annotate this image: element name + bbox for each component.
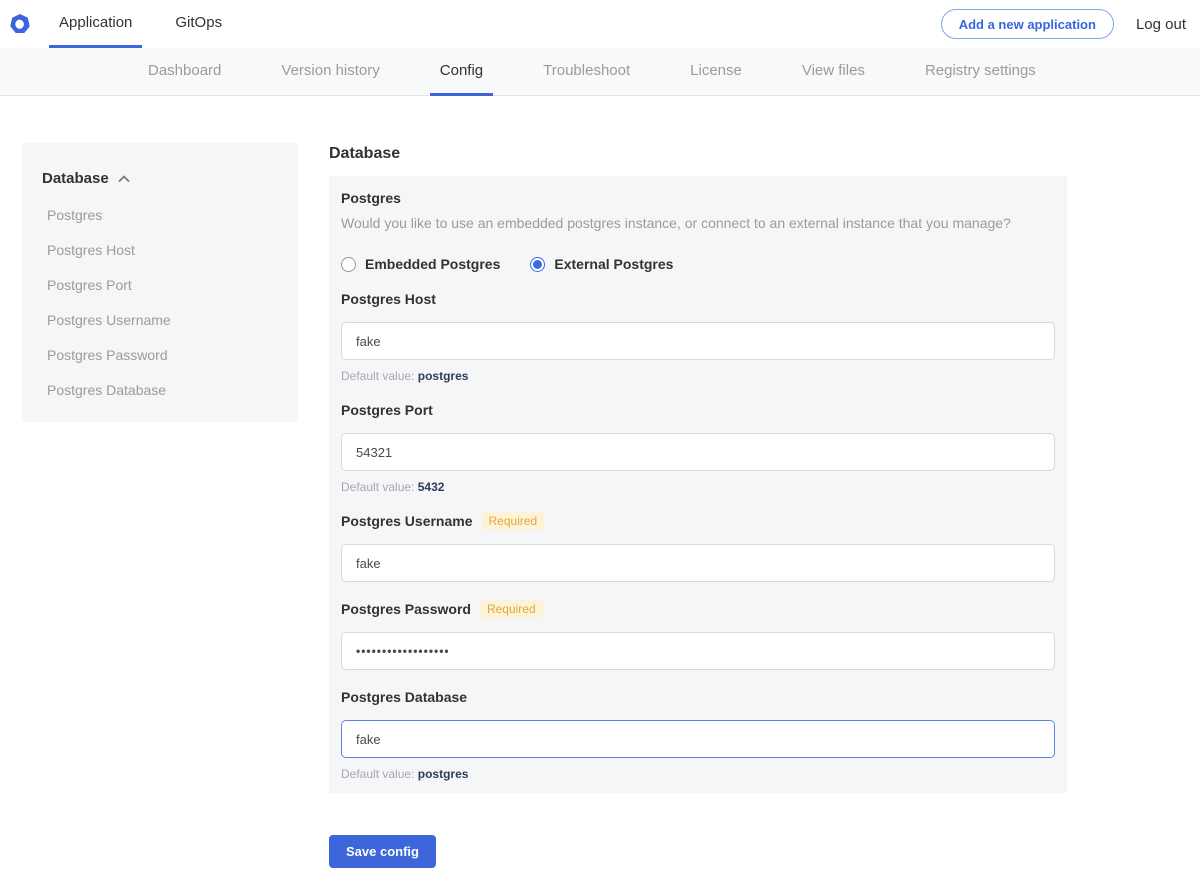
group-name: Postgres: [341, 190, 1055, 207]
config-sidebar: Database Postgres Postgres Host Postgres…: [22, 143, 298, 422]
postgres-username-input[interactable]: [341, 544, 1055, 582]
field-postgres-database-label: Postgres Database: [341, 689, 467, 705]
postgres-type-radio-group: Embedded Postgres External Postgres: [341, 256, 1055, 272]
field-postgres-port-label: Postgres Port: [341, 402, 433, 418]
required-badge: Required: [482, 512, 545, 530]
header-tabs: Application GitOps: [49, 0, 232, 48]
subnav-item-license-label: License: [690, 62, 742, 79]
page-title: Database: [329, 145, 1067, 162]
subnav-item-config-label: Config: [440, 62, 483, 79]
logout-link[interactable]: Log out: [1136, 16, 1186, 33]
radio-embedded-postgres[interactable]: Embedded Postgres: [341, 256, 500, 272]
postgres-password-input[interactable]: [341, 632, 1055, 670]
tab-application-label: Application: [59, 14, 132, 31]
subnav-item-view-files[interactable]: View files: [792, 48, 875, 96]
radio-embedded-postgres-label: Embedded Postgres: [365, 256, 500, 272]
default-label: Default value:: [341, 369, 414, 383]
subnav-item-dashboard[interactable]: Dashboard: [138, 48, 231, 96]
field-postgres-password-label: Postgres Password: [341, 601, 471, 617]
config-group-card: Postgres Would you like to use an embedd…: [329, 176, 1067, 793]
subnav-item-config[interactable]: Config: [430, 48, 493, 96]
subnav-item-troubleshoot[interactable]: Troubleshoot: [533, 48, 640, 96]
postgres-port-input[interactable]: [341, 433, 1055, 471]
sidebar-item-postgres-database[interactable]: Postgres Database: [42, 382, 278, 398]
field-postgres-host-label: Postgres Host: [341, 291, 436, 307]
tab-application[interactable]: Application: [49, 0, 142, 48]
field-postgres-password: Postgres Password Required: [341, 599, 1055, 670]
subnav-item-dashboard-label: Dashboard: [148, 62, 221, 79]
radio-external-postgres-label: External Postgres: [554, 256, 673, 272]
subnav-item-registry-settings-label: Registry settings: [925, 62, 1036, 79]
config-page: Database Postgres Postgres Host Postgres…: [0, 96, 1200, 874]
top-navbar: Application GitOps Add a new application…: [0, 0, 1200, 48]
postgres-host-default: Default value: postgres: [341, 369, 1055, 383]
sidebar-group-database[interactable]: Database: [42, 170, 278, 187]
sidebar-group-database-label: Database: [42, 170, 109, 187]
field-postgres-database: Postgres Database Default value: postgre…: [341, 687, 1055, 781]
radio-embedded-postgres-circle[interactable]: [341, 257, 356, 272]
sidebar-item-postgres-username[interactable]: Postgres Username: [42, 312, 278, 328]
default-label: Default value:: [341, 480, 414, 494]
field-postgres-username-label: Postgres Username: [341, 513, 473, 529]
app-subnav: Dashboard Version history Config Trouble…: [0, 48, 1200, 96]
subnav-item-license[interactable]: License: [680, 48, 752, 96]
subnav-item-registry-settings[interactable]: Registry settings: [915, 48, 1046, 96]
subnav-item-version-history-label: Version history: [281, 62, 379, 79]
subnav-item-troubleshoot-label: Troubleshoot: [543, 62, 630, 79]
tab-gitops-label: GitOps: [175, 14, 222, 31]
subnav-item-version-history[interactable]: Version history: [271, 48, 389, 96]
sidebar-item-postgres-host[interactable]: Postgres Host: [42, 242, 278, 258]
add-application-button[interactable]: Add a new application: [941, 9, 1114, 39]
field-postgres-port: Postgres Port Default value: 5432: [341, 400, 1055, 494]
field-postgres-username: Postgres Username Required: [341, 511, 1055, 582]
sidebar-item-list: Postgres Postgres Host Postgres Port Pos…: [42, 207, 278, 398]
default-value: postgres: [418, 767, 469, 781]
chevron-up-icon: [118, 175, 130, 183]
postgres-port-default: Default value: 5432: [341, 480, 1055, 494]
radio-external-postgres-circle[interactable]: [530, 257, 545, 272]
default-value: postgres: [418, 369, 469, 383]
sidebar-item-postgres-port[interactable]: Postgres Port: [42, 277, 278, 293]
required-badge: Required: [480, 600, 543, 618]
postgres-database-default: Default value: postgres: [341, 767, 1055, 781]
save-config-button[interactable]: Save config: [329, 835, 436, 868]
subnav-item-view-files-label: View files: [802, 62, 865, 79]
app-logo-icon[interactable]: [10, 14, 30, 34]
postgres-host-input[interactable]: [341, 322, 1055, 360]
default-label: Default value:: [341, 767, 414, 781]
sidebar-item-postgres[interactable]: Postgres: [42, 207, 278, 223]
radio-external-postgres[interactable]: External Postgres: [530, 256, 673, 272]
sidebar-item-postgres-password[interactable]: Postgres Password: [42, 347, 278, 363]
group-help-text: Would you like to use an embedded postgr…: [341, 215, 1055, 231]
default-value: 5432: [418, 480, 445, 494]
field-postgres-host: Postgres Host Default value: postgres: [341, 289, 1055, 383]
tab-gitops[interactable]: GitOps: [165, 0, 232, 48]
config-main: Database Postgres Would you like to use …: [329, 145, 1067, 868]
postgres-database-input[interactable]: [341, 720, 1055, 758]
